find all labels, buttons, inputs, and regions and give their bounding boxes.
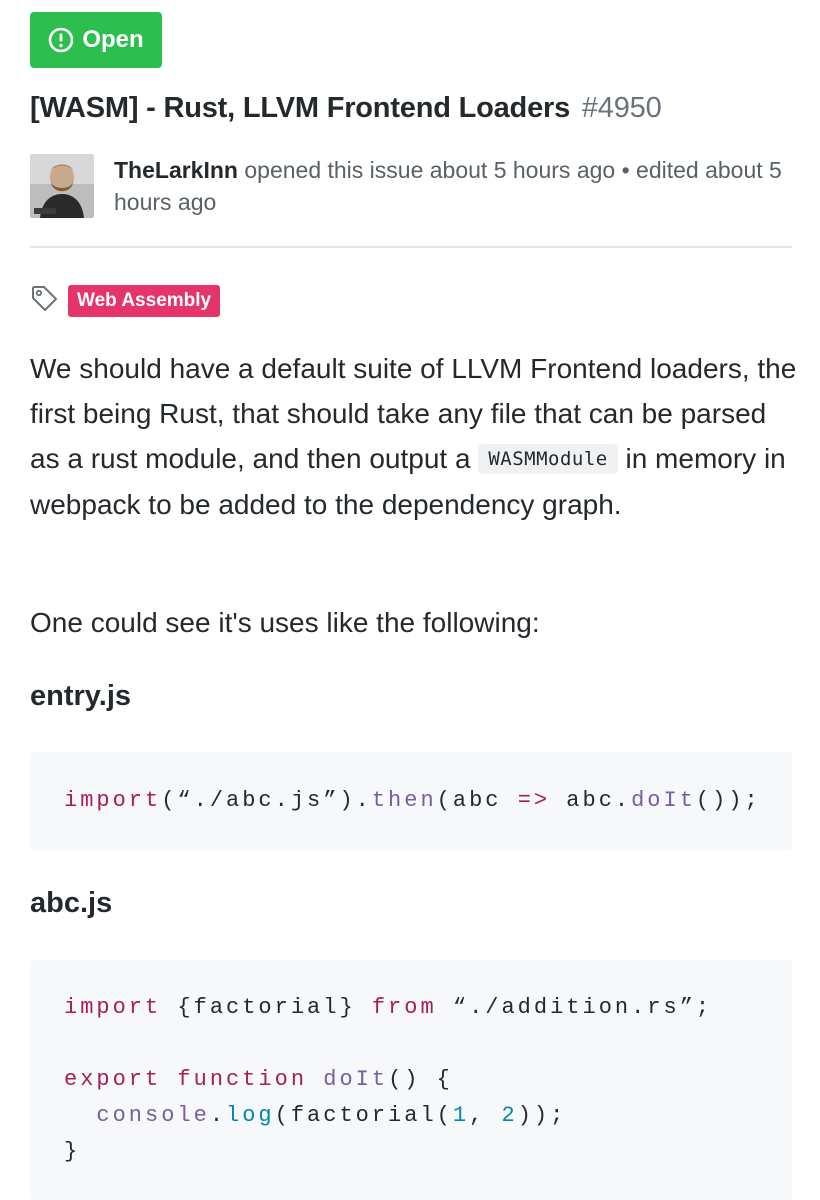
- code-token: 1: [452, 1103, 470, 1128]
- code-token: console: [96, 1103, 210, 1128]
- code-token: abc.: [550, 788, 632, 813]
- issue-page: Open [WASM] - Rust, LLVM Frontend Loader…: [0, 0, 820, 1200]
- code-token: (factorial(: [274, 1103, 453, 1128]
- code-token: {factorial}: [161, 995, 372, 1020]
- code-token: “./addition.rs”;: [436, 995, 713, 1020]
- file-heading-abc: abc.js: [30, 887, 113, 919]
- code-token: ,: [469, 1103, 502, 1128]
- code-token: 2: [501, 1103, 518, 1128]
- code-token: then: [371, 788, 437, 813]
- label-web-assembly[interactable]: Web Assembly: [68, 285, 221, 317]
- issue-title: [WASM] - Rust, LLVM Frontend Loaders #49…: [30, 92, 800, 125]
- code-token: ());: [695, 788, 761, 813]
- code-token: ));: [517, 1103, 567, 1128]
- label-text: Web Assembly: [77, 290, 212, 311]
- issue-title-text: [WASM] - Rust, LLVM Frontend Loaders: [30, 92, 571, 124]
- status-label: Open: [82, 26, 144, 53]
- code-token: export: [64, 1067, 162, 1092]
- divider: [30, 246, 792, 248]
- code-token: =>: [517, 788, 551, 813]
- code-token: from: [371, 995, 437, 1020]
- code-token: doIt: [631, 788, 696, 813]
- body-paragraph-1: We should have a default suite of LLVM F…: [30, 346, 800, 527]
- opened-text: opened this issue about 5 hours ago: [244, 157, 616, 183]
- code-token: function: [177, 1067, 308, 1092]
- author-link[interactable]: TheLarkInn: [114, 157, 238, 183]
- code-token: .: [209, 1103, 227, 1128]
- code-token: ).: [339, 788, 372, 813]
- code-token: doIt: [323, 1067, 389, 1092]
- body-paragraph-2: One could see it's uses like the followi…: [30, 607, 540, 638]
- inline-code: WASMModule: [478, 444, 618, 474]
- avatar[interactable]: [30, 154, 94, 218]
- code-token: () {: [388, 1067, 453, 1092]
- status-badge: Open: [30, 12, 162, 68]
- issue-meta: TheLarkInn opened this issue about 5 hou…: [114, 154, 794, 218]
- code-token: log: [226, 1103, 275, 1128]
- code-token: }: [64, 1139, 81, 1164]
- avatar-image: [30, 154, 94, 218]
- issue-number: #4950: [581, 92, 662, 124]
- tag-icon: [32, 286, 57, 311]
- code-block-entry: import(“./abc.js”).then(abc => abc.doIt(…: [30, 752, 792, 850]
- issue-opened-icon: [49, 27, 74, 53]
- file-heading-entry: entry.js: [30, 680, 132, 712]
- code-token: (abc: [436, 788, 518, 813]
- code-token: (: [161, 788, 178, 813]
- code-token: import: [64, 788, 162, 813]
- meta-separator: •: [621, 157, 630, 183]
- code-block-abc: import {factorial} from “./addition.rs”;…: [30, 960, 792, 1200]
- code-token: import: [64, 995, 162, 1020]
- code-token: “./abc.js”: [177, 788, 340, 813]
